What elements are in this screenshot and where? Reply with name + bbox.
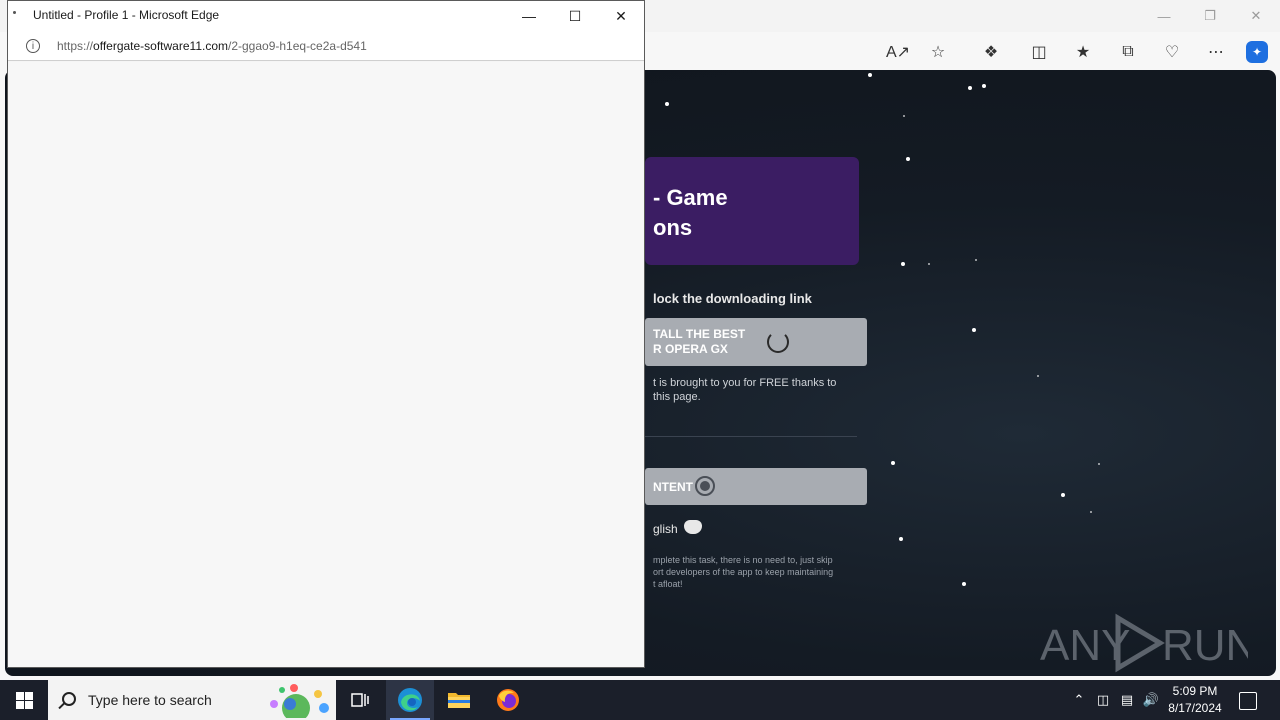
security-icon[interactable]: ◫ (1095, 692, 1111, 708)
favorite-star-icon[interactable]: ☆ (927, 41, 949, 63)
star (891, 461, 895, 465)
popup-title: Untitled - Profile 1 - Microsoft Edge (33, 8, 220, 22)
restore-icon[interactable]: ❐ (1187, 0, 1233, 32)
browser-essentials-icon[interactable]: ♡ (1161, 41, 1183, 63)
volume-icon[interactable]: 🔊 (1143, 692, 1159, 708)
file-explorer-icon (448, 693, 470, 708)
content-button-label: NTENT (653, 480, 693, 494)
language-selector[interactable]: glish (653, 522, 678, 536)
read-aloud-icon[interactable]: A↗ (886, 41, 910, 63)
windows-logo-icon (15, 691, 33, 709)
show-hidden-icons-chevron-icon[interactable]: ⌃ (1071, 692, 1087, 708)
taskbar: Type here to search ⌃ ◫ ▤ 🔊 5:09 PM 8/17… (0, 680, 1280, 720)
star (982, 84, 986, 88)
close-icon[interactable]: ✕ (1233, 0, 1279, 32)
url-path: /2-ggao9-h1eq-ce2a-d541 (228, 39, 367, 53)
skip-notice: mplete this task, there is no need to, j… (653, 555, 834, 589)
free-notice: t is brought to you for FREE thanks to t… (653, 377, 837, 403)
edge-icon (398, 688, 422, 712)
app-menu-icon[interactable] (13, 11, 16, 14)
favorites-icon[interactable]: ★ (1072, 41, 1094, 63)
url-scheme: https:// (57, 39, 94, 53)
maximize-icon[interactable]: ☐ (552, 1, 598, 31)
star (906, 157, 910, 161)
notifications-icon[interactable] (1239, 692, 1257, 710)
anyrun-text: RUN (1162, 621, 1248, 670)
star (972, 328, 976, 332)
gear-icon (695, 476, 715, 496)
info-icon[interactable]: i (26, 39, 40, 53)
star (899, 537, 903, 541)
divider (645, 436, 857, 437)
clock-date[interactable]: 8/17/2024 (1162, 701, 1228, 715)
minimize-icon[interactable]: — (1141, 0, 1187, 32)
task-view-button[interactable] (336, 680, 384, 720)
collections-icon[interactable]: ⧉ (1117, 41, 1139, 63)
star (1037, 375, 1039, 377)
loading-spinner-icon (767, 331, 789, 353)
more-options-icon[interactable]: ⋯ (1205, 41, 1227, 63)
close-icon[interactable]: ✕ (598, 1, 644, 31)
task-view-icon (351, 693, 369, 707)
minimize-icon[interactable]: — (506, 1, 552, 31)
star (901, 262, 905, 266)
desktop: — ❐ ✕ A↗ ☆ ❖ ◫ ★ ⧉ ♡ ⋯ ✦ - Game ons lock… (0, 0, 1280, 720)
star (975, 259, 977, 261)
copilot-icon[interactable]: ✦ (1246, 41, 1268, 63)
star (903, 115, 905, 117)
install-button-label: TALL THE BEST R OPERA GX (653, 327, 746, 356)
search-highlight-illustration (270, 684, 329, 718)
taskbar-search-box[interactable]: Type here to search (48, 680, 336, 720)
start-button[interactable] (0, 680, 48, 720)
extensions-icon[interactable]: ❖ (980, 41, 1002, 63)
firefox-icon (497, 689, 519, 711)
edge-taskbar-button[interactable] (386, 680, 434, 720)
popup-titlebar[interactable]: Untitled - Profile 1 - Microsoft Edge — … (8, 1, 644, 31)
firefox-button[interactable] (484, 680, 532, 720)
unlock-instruction: lock the downloading link (653, 291, 812, 306)
network-icon[interactable]: ▤ (1119, 692, 1135, 708)
address-bar[interactable]: i https://offergate-software11.com/2-gga… (8, 31, 644, 61)
star (868, 73, 872, 77)
url-host: offergate-software11.com (93, 39, 228, 53)
anyrun-watermark-logo: ANY RUN (1040, 613, 1248, 673)
star (928, 263, 930, 265)
search-icon (62, 692, 76, 706)
discord-icon[interactable] (684, 520, 702, 534)
popup-blank-page (8, 62, 644, 667)
star (665, 102, 669, 106)
star (962, 582, 966, 586)
file-explorer-button[interactable] (435, 680, 483, 720)
star (1098, 463, 1100, 465)
url-text[interactable]: https://offergate-software11.com/2-ggao9… (57, 39, 367, 53)
split-screen-icon[interactable]: ◫ (1028, 41, 1050, 63)
star (968, 86, 972, 90)
clock-time[interactable]: 5:09 PM (1162, 684, 1228, 698)
search-placeholder: Type here to search (88, 692, 212, 708)
game-title: - Game ons (653, 185, 728, 240)
star (1090, 511, 1092, 513)
popup-browser-window[interactable]: Untitled - Profile 1 - Microsoft Edge — … (7, 0, 645, 668)
star (1061, 493, 1065, 497)
